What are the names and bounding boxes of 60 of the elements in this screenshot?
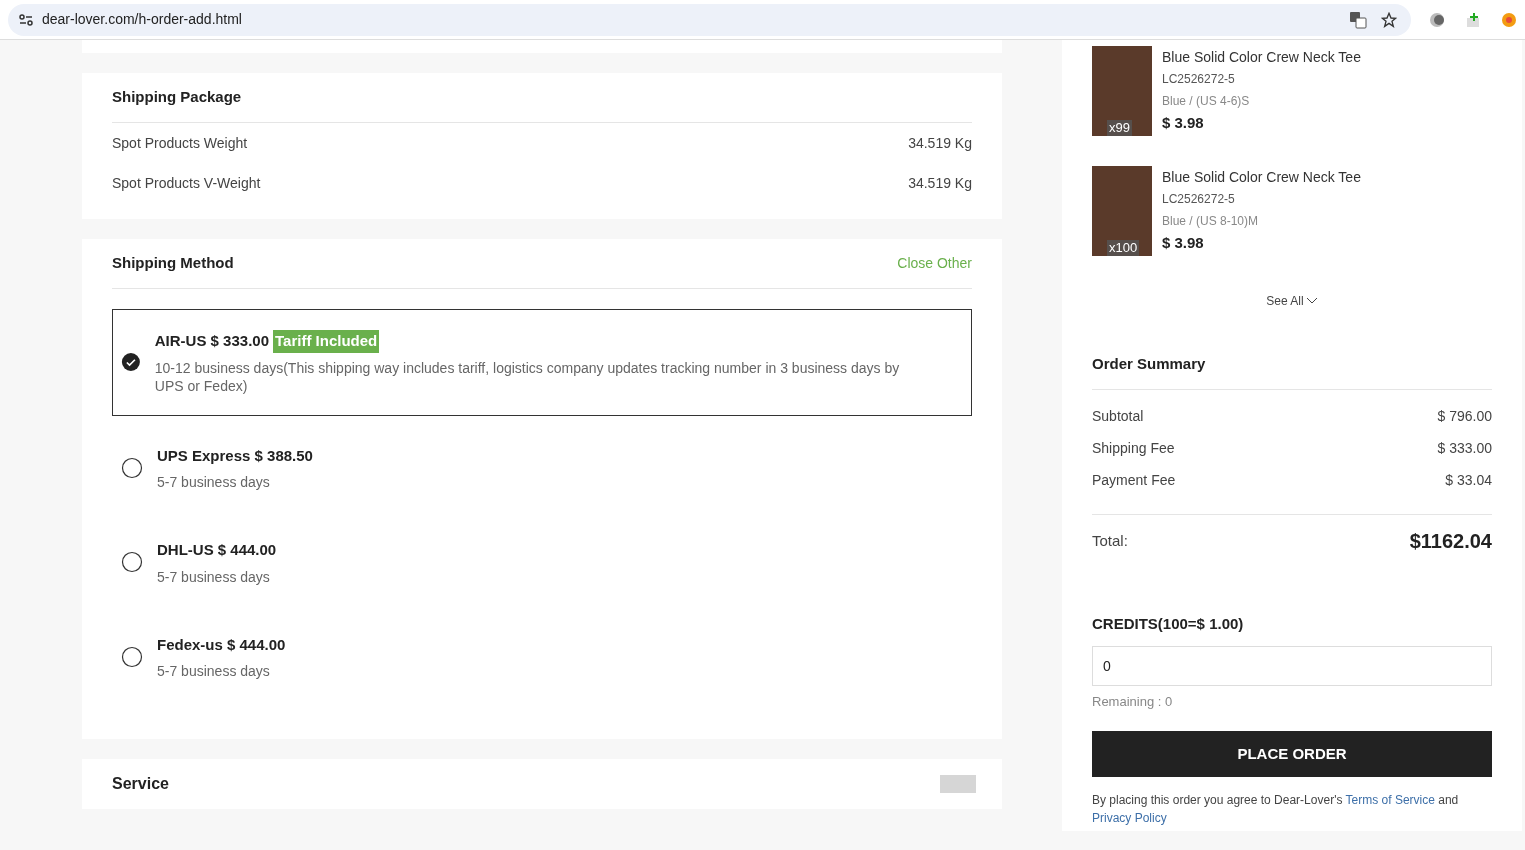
- chevron-down-icon: [1305, 297, 1318, 305]
- credits-title: CREDITS(100=$ 1.00): [1092, 614, 1245, 634]
- radio-icon[interactable]: [121, 551, 143, 574]
- method-name: UPS Express $ 388.50: [157, 445, 313, 466]
- product-name: Blue Solid Color Crew Neck Tee: [1162, 48, 1361, 67]
- weight-value: 34.519 Kg: [908, 133, 972, 153]
- method-detail: 10-12 business days(This shipping way includes tariff, logistics company updates tracking number in 3 business days by UPS or Fedex): [154, 358, 901, 395]
- tariff-badge: Tariff Included: [273, 330, 380, 353]
- product-sku: LC2526272-5: [1162, 191, 1236, 208]
- quantity-badge: x99: [1107, 120, 1132, 136]
- radio-icon[interactable]: [121, 456, 143, 479]
- total-value: $1162.04: [1409, 529, 1492, 554]
- radio-icon[interactable]: [121, 645, 143, 668]
- extension-icon[interactable]: [1429, 11, 1445, 28]
- method-name: Fedex-us $ 444.00: [157, 634, 286, 655]
- summary-label: Subtotal: [1092, 406, 1144, 426]
- product-sku: LC2526272-5: [1162, 71, 1236, 88]
- weight-value: 34.519 Kg: [908, 173, 972, 193]
- quantity-badge: x100: [1107, 240, 1140, 256]
- shipping-option[interactable]: Fedex-us $ 444.00 5-7 business days: [112, 614, 972, 699]
- extension-icon[interactable]: [1501, 11, 1517, 28]
- product-variant: Blue / (US 4-6)S: [1162, 93, 1251, 110]
- product-variant: Blue / (US 8-10)M: [1162, 213, 1260, 230]
- shipping-option[interactable]: AIR-US $ 333.00 Tariff Included 10-12 business days(This shipping way includes tariff, logistics company updates tracking number in 3 business days by UPS or Fedex): [112, 309, 972, 416]
- method-name: AIR-US $ 333.00: [154, 331, 269, 351]
- radio-checked-icon[interactable]: [121, 351, 141, 374]
- credits-input[interactable]: 0: [1092, 645, 1492, 686]
- shipping-option[interactable]: DHL-US $ 444.00 5-7 business days: [112, 520, 972, 605]
- url-text[interactable]: dear-lover.com/h-order-add.html: [42, 9, 242, 30]
- summary-label: Payment Fee: [1092, 470, 1176, 490]
- method-name: DHL-US $ 444.00: [157, 540, 277, 560]
- blurred-icon: [940, 775, 976, 793]
- summary-value: $ 33.04: [1445, 470, 1492, 490]
- shipping-option[interactable]: UPS Express $ 388.50 5-7 business days: [112, 425, 972, 510]
- product-price: $ 3.98: [1162, 233, 1205, 253]
- product-price: $ 3.98: [1162, 113, 1205, 133]
- product-name: Blue Solid Color Crew Neck Tee: [1162, 168, 1361, 187]
- section-title: Shipping Package: [112, 87, 242, 108]
- method-detail: 5-7 business days: [157, 473, 271, 491]
- section-title: Shipping Method: [112, 253, 234, 274]
- site-settings-icon[interactable]: [18, 12, 34, 27]
- policy-link[interactable]: Privacy Policy: [1092, 811, 1167, 825]
- star-icon[interactable]: [1381, 11, 1397, 28]
- policy-link[interactable]: Terms of Service: [1345, 793, 1435, 807]
- weight-label: Spot Products V-Weight: [112, 173, 261, 193]
- remaining-text: Remaining : 0: [1092, 692, 1174, 711]
- summary-value: $ 333.00: [1437, 438, 1492, 458]
- total-label: Total:: [1092, 530, 1128, 551]
- summary-value: $ 796.00: [1437, 406, 1492, 426]
- method-detail: 5-7 business days: [157, 567, 271, 586]
- translate-icon[interactable]: [1349, 10, 1367, 29]
- see-all-button[interactable]: See All: [1266, 292, 1318, 310]
- terms-text: By placing this order you agree to Dear-Lover's Terms of Service and Privacy Policy: [1092, 792, 1460, 827]
- place-order-button[interactable]: PLACE ORDER: [1092, 731, 1492, 777]
- weight-label: Spot Products Weight: [112, 133, 248, 153]
- method-detail: 5-7 business days: [157, 662, 271, 680]
- summary-label: Shipping Fee: [1092, 438, 1175, 458]
- section-title: Order Summary: [1092, 354, 1206, 375]
- extension-icon[interactable]: [1465, 11, 1481, 28]
- section-title: Service: [112, 774, 169, 794]
